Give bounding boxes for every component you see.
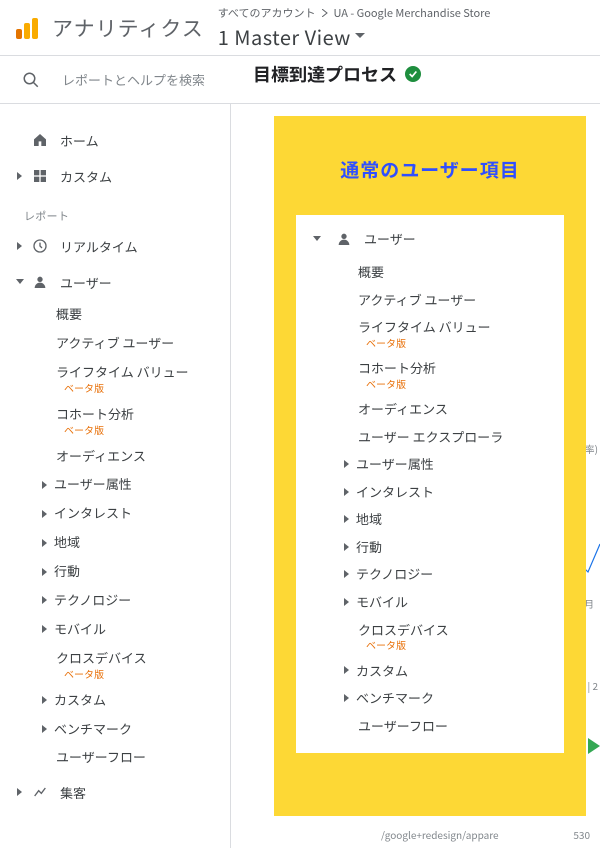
chevron-right-icon bbox=[322, 9, 328, 17]
sidebar-item-users[interactable]: ユーザー bbox=[0, 264, 230, 300]
overlay-sub-behavior[interactable]: 行動 bbox=[344, 533, 550, 561]
bg-text: /google+redesign/appare bbox=[381, 827, 499, 842]
caret-right-icon bbox=[344, 666, 350, 674]
app-header: アナリティクス すべてのアカウント UA - Google Merchandis… bbox=[0, 0, 600, 56]
overlay-sub-explorer[interactable]: ユーザー エクスプローラ bbox=[358, 423, 550, 451]
sidebar: ホーム カスタム レポート リアルタイム bbox=[0, 104, 231, 848]
overlay-sub-benchmark[interactable]: ベンチマーク bbox=[344, 684, 550, 712]
sidebar-sub-mobile[interactable]: モバイル bbox=[42, 615, 220, 644]
sidebar-section-reports: レポート bbox=[0, 194, 230, 228]
overlay-sub-mobile[interactable]: モバイル bbox=[344, 588, 550, 616]
bg-text: | 2 bbox=[588, 678, 599, 693]
sidebar-sub-interests[interactable]: インタレスト bbox=[42, 499, 220, 528]
sidebar-sub-crossdevice[interactable]: クロスデバイス ベータ版 bbox=[56, 644, 220, 686]
product-name: アナリティクス bbox=[52, 13, 204, 43]
clock-icon bbox=[28, 238, 52, 254]
sidebar-sub-technology[interactable]: テクノロジー bbox=[42, 586, 220, 615]
sidebar-item-acquisition[interactable]: 集客 bbox=[0, 772, 230, 808]
overlay-sub-interests[interactable]: インタレスト bbox=[344, 478, 550, 506]
search-placeholder: レポートとヘルプを検索 bbox=[62, 70, 205, 89]
caret-right-icon bbox=[344, 488, 350, 496]
sidebar-sub-audiences[interactable]: オーディエンス bbox=[56, 442, 220, 471]
caret-right-icon bbox=[42, 510, 48, 518]
overlay-sub-audiences[interactable]: オーディエンス bbox=[358, 395, 550, 423]
acquisition-icon bbox=[28, 784, 52, 800]
overlay-sub-technology[interactable]: テクノロジー bbox=[344, 560, 550, 588]
bg-text: 率) bbox=[585, 441, 598, 456]
crumb-account[interactable]: UA - Google Merchandise Store bbox=[334, 5, 491, 21]
caret-right-icon bbox=[42, 625, 48, 633]
comparison-overlay: 通常のユーザー項目 ユーザー 概要 アクティブ ユーザー ライフタイム バリュー bbox=[274, 116, 586, 816]
overlay-sub-crossdevice[interactable]: クロスデバイス ベータ版 bbox=[358, 616, 550, 657]
caret-right-icon bbox=[344, 515, 350, 523]
caret-right-icon bbox=[344, 543, 350, 551]
sidebar-sub-userflow[interactable]: ユーザーフロー bbox=[56, 743, 220, 772]
sidebar-sub-demographics[interactable]: ユーザー属性 bbox=[42, 470, 220, 499]
caret-right-icon bbox=[344, 694, 350, 702]
verified-badge-icon bbox=[405, 66, 421, 82]
overlay-sub-geo[interactable]: 地域 bbox=[344, 505, 550, 533]
caret-right-icon bbox=[12, 172, 28, 180]
caret-right-icon bbox=[42, 568, 48, 576]
dashboard-icon bbox=[28, 168, 52, 184]
main-area: 目標到達プロセス 率) 7月 | 2 /google+redesign/appa… bbox=[231, 104, 600, 848]
sidebar-item-custom[interactable]: カスタム bbox=[0, 158, 230, 194]
caret-down-icon bbox=[12, 279, 28, 285]
overlay-sub-demographics[interactable]: ユーザー属性 bbox=[344, 450, 550, 478]
home-icon bbox=[28, 132, 52, 148]
overlay-sub-overview[interactable]: 概要 bbox=[358, 258, 550, 286]
sidebar-sub-cohort[interactable]: コホート分析 ベータ版 bbox=[56, 400, 220, 442]
caret-down-icon bbox=[310, 236, 324, 242]
caret-right-icon bbox=[344, 570, 350, 578]
caret-right-icon bbox=[12, 242, 28, 250]
overlay-sub-cohort[interactable]: コホート分析 ベータ版 bbox=[358, 354, 550, 395]
search-icon bbox=[22, 71, 40, 89]
overlay-title: 通常のユーザー項目 bbox=[296, 134, 564, 215]
sidebar-users-sub: 概要 アクティブ ユーザー ライフタイム バリュー ベータ版 コホート分析 ベー… bbox=[0, 300, 230, 772]
sidebar-sub-active[interactable]: アクティブ ユーザー bbox=[56, 329, 220, 358]
bg-text: 530 bbox=[573, 827, 590, 842]
overlay-card: ユーザー 概要 アクティブ ユーザー ライフタイム バリュー ベータ版 コホート… bbox=[296, 215, 564, 753]
play-icon bbox=[588, 738, 600, 754]
sidebar-sub-custom[interactable]: カスタム bbox=[42, 686, 220, 715]
sidebar-sub-overview[interactable]: 概要 bbox=[56, 300, 220, 329]
view-name: 1 Master View bbox=[218, 22, 351, 51]
sidebar-sub-benchmark[interactable]: ベンチマーク bbox=[42, 715, 220, 744]
overlay-sub-userflow[interactable]: ユーザーフロー bbox=[358, 712, 550, 740]
sidebar-sub-geo[interactable]: 地域 bbox=[42, 528, 220, 557]
sidebar-item-home[interactable]: ホーム bbox=[0, 122, 230, 158]
overlay-users-header[interactable]: ユーザー bbox=[310, 225, 550, 258]
caret-right-icon bbox=[12, 788, 28, 796]
caret-right-icon bbox=[42, 539, 48, 547]
caret-right-icon bbox=[42, 696, 48, 704]
caret-right-icon bbox=[344, 598, 350, 606]
sidebar-sub-behavior[interactable]: 行動 bbox=[42, 557, 220, 586]
overlay-sub-active[interactable]: アクティブ ユーザー bbox=[358, 286, 550, 314]
caret-right-icon bbox=[42, 596, 48, 604]
sidebar-item-realtime[interactable]: リアルタイム bbox=[0, 228, 230, 264]
caret-right-icon bbox=[344, 460, 350, 468]
page-title: 目標到達プロセス bbox=[253, 61, 397, 87]
user-icon bbox=[332, 231, 356, 247]
ga-logo-icon bbox=[16, 17, 38, 39]
caret-right-icon bbox=[42, 725, 48, 733]
overlay-sub-ltv[interactable]: ライフタイム バリュー ベータ版 bbox=[358, 313, 550, 354]
crumb-all-accounts[interactable]: すべてのアカウント bbox=[218, 5, 316, 21]
caret-right-icon bbox=[42, 481, 48, 489]
breadcrumb[interactable]: すべてのアカウント UA - Google Merchandise Store … bbox=[218, 5, 491, 51]
sidebar-sub-ltv[interactable]: ライフタイム バリュー ベータ版 bbox=[56, 358, 220, 400]
user-icon bbox=[28, 274, 52, 290]
overlay-sub-custom[interactable]: カスタム bbox=[344, 657, 550, 685]
chevron-down-icon[interactable] bbox=[355, 33, 365, 39]
